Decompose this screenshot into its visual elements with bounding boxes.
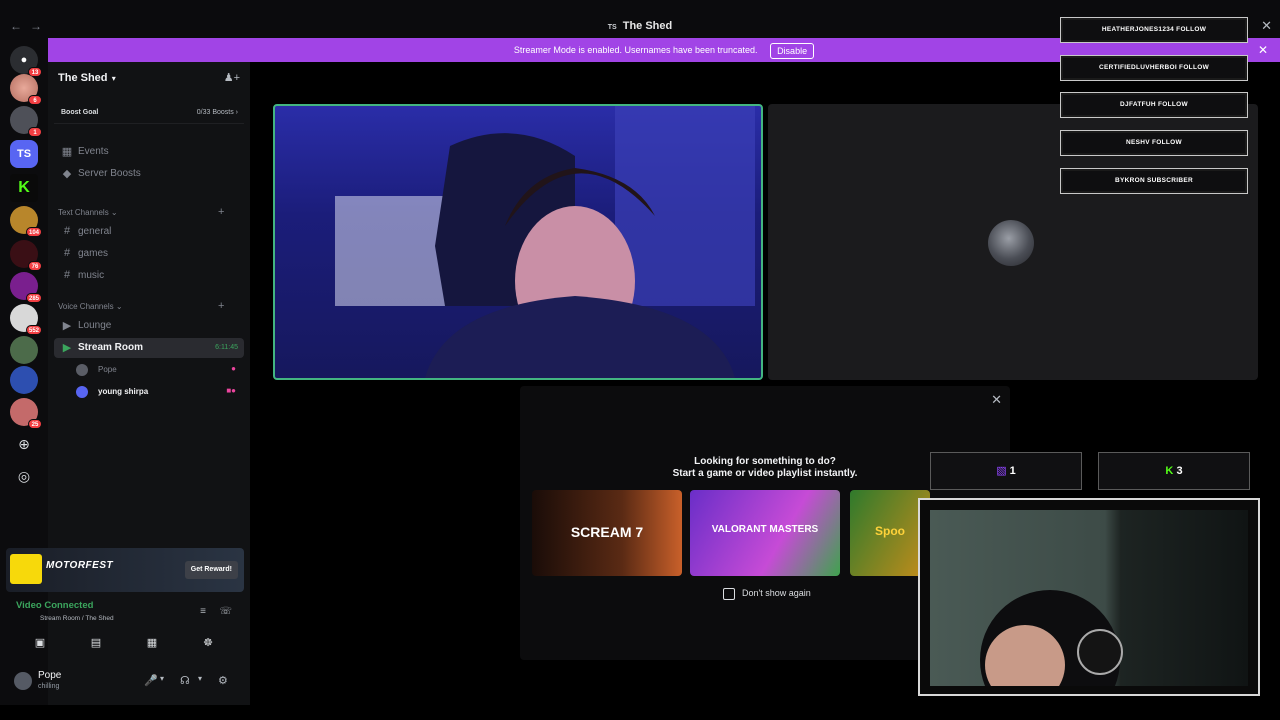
banner-message: Streamer Mode is enabled. Usernames have… [513,45,758,55]
game-promo-banner[interactable]: MOTORFEST Get Reward! [6,548,244,592]
chevron-down-icon: ▾ [109,74,116,83]
server-icon[interactable] [10,366,38,394]
chevron-down-icon[interactable]: ▾ [198,674,202,683]
unread-badge: 552 [25,325,42,335]
headphones-icon[interactable]: ☊ [180,674,190,687]
invite-people-icon[interactable]: ♟+ [224,71,240,84]
calendar-icon: ▦ [61,146,73,158]
follow-alert: CERTIFIEDLUVHERBOI FOLLOW [1060,55,1248,81]
get-reward-button[interactable]: Get Reward! [184,561,238,579]
boost-goal-bar[interactable]: Boost Goal 0/33 Boosts › [54,102,244,124]
unread-badge: 1 [28,127,42,137]
hash-icon: # [63,269,71,281]
category-text-channels[interactable]: Text Channels ⌄ + [58,206,224,218]
sidebar-item-events[interactable]: ▦ Events [54,142,244,162]
speaker-icon: ▶ [62,320,72,332]
direct-messages-icon[interactable]: ● 13 [10,46,42,77]
window-close-icon[interactable]: ✕ [1261,18,1272,34]
sidebar-item-server-boosts[interactable]: ◆ Server Boosts [54,164,244,184]
twitch-icon: ▧ [996,465,1007,477]
avatar[interactable] [14,672,32,690]
kick-icon: K [1165,465,1174,477]
webcam-feed [335,106,755,378]
camera-off-button[interactable]: ▣ [14,632,66,654]
discover-icon[interactable]: ◎ [16,468,32,484]
username[interactable]: Pope [38,670,61,681]
subscriber-alert: BYKRON SUBSCRIBER [1060,168,1248,194]
microphone-icon[interactable]: 🎤 [144,674,158,687]
twitch-viewer-counter: ▧ 1 [930,452,1082,490]
channel-music[interactable]: # music [54,266,244,286]
server-icon[interactable] [10,336,38,364]
voice-channel-lounge[interactable]: ▶ Lounge [54,316,244,336]
hash-icon: # [63,225,71,237]
connection-status[interactable]: Video Connected [16,600,93,611]
boost-icon: ◆ [62,168,72,180]
banner-close-icon[interactable]: ✕ [1258,38,1268,62]
add-server-icon[interactable]: ⊕ [16,436,32,452]
user-panel: Pope chilling 🎤 ▾ ☊ ▾ ⚙ [6,664,244,700]
activity-card-valorant[interactable]: VALORANT MASTERS [690,490,840,576]
facecam-feed [930,510,1248,720]
avatar [76,386,88,398]
voice-user-pope[interactable]: Pope ● [76,362,244,380]
video-tile-young-shirpa[interactable] [273,104,763,380]
create-channel-icon[interactable]: + [218,300,224,312]
settings-gear-icon[interactable]: ⚙ [218,674,228,687]
channel-general[interactable]: # general [54,222,244,242]
server-icon[interactable]: 76 [10,240,42,271]
follow-alert: NESHV FOLLOW [1060,130,1248,156]
follow-alert: DJFATFUH FOLLOW [1060,92,1248,118]
boost-count: 0/33 Boosts › [196,109,238,116]
activity-card-scream[interactable]: SCREAM 7 [532,490,682,576]
voice-user-young-shirpa[interactable]: young shirpa ■● [76,384,244,402]
server-icon[interactable]: 25 [10,398,42,429]
speaker-icon: ▶ [62,342,72,354]
screen-share-button[interactable]: ▤ [70,632,122,654]
guild-header[interactable]: The Shed ▾ [58,72,116,84]
stream-timer: 6:11:45 [215,344,238,351]
server-icon[interactable]: 1 [10,106,42,137]
dont-show-again-checkbox[interactable] [723,588,735,600]
game-title: MOTORFEST [46,560,114,571]
server-icon-the-shed[interactable]: TS [10,140,38,168]
unread-badge: 6 [28,95,42,105]
connection-location[interactable]: Stream Room / The Shed [40,615,114,622]
chevron-down-icon[interactable]: ▾ [160,674,164,683]
noise-suppression-icon[interactable]: ≡ [200,606,206,617]
voice-connection-panel: Video Connected Stream Room / The Shed ≡… [6,596,244,656]
avatar [988,220,1034,266]
channel-games[interactable]: # games [54,244,244,264]
unread-badge: 285 [25,293,42,303]
server-icon[interactable]: 285 [10,272,42,303]
create-channel-icon[interactable]: + [218,206,224,218]
category-voice-channels[interactable]: Voice Channels ⌄ + [58,300,224,312]
unread-badge: 25 [28,419,42,429]
activities-button[interactable]: ▦ [126,632,178,654]
kick-viewer-counter: K 3 [1098,452,1250,490]
avatar [76,364,88,376]
custom-status: chilling [38,683,60,690]
dont-show-again-label[interactable]: Don't show again [742,588,811,598]
game-logo [10,554,42,584]
activity-icon: ● [231,364,236,373]
facecam-image [980,590,1123,720]
soundboard-button[interactable]: ☸ [182,632,234,654]
kick-server-icon[interactable]: K [10,174,38,202]
server-icon[interactable]: 552 [10,304,42,335]
server-acronym: TS [607,24,617,31]
disable-streamer-mode-button[interactable]: Disable [770,42,815,59]
unread-badge: 104 [25,227,42,237]
disconnect-icon[interactable]: ☏ [219,606,232,617]
unread-badge: 76 [28,261,42,271]
video-icon: ■● [226,386,236,395]
streamer-facecam [918,498,1260,720]
server-icon[interactable]: 104 [10,206,42,237]
follow-alert: HEATHERJONES1234 FOLLOW [1060,17,1248,43]
hash-icon: # [63,247,71,259]
close-icon[interactable]: ✕ [991,392,1002,408]
server-icon[interactable]: 6 [10,74,42,105]
voice-channel-stream-room[interactable]: ▶ Stream Room 6:11:45 [54,338,244,358]
